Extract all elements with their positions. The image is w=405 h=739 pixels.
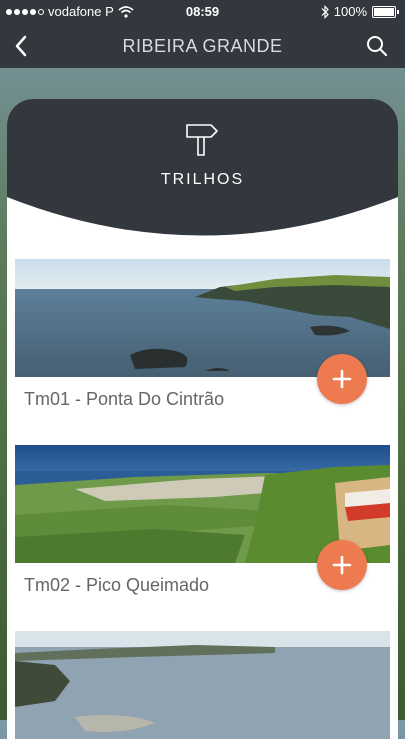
page-title: RIBEIRA GRANDE — [122, 36, 283, 56]
trail-photo — [15, 631, 390, 739]
add-button[interactable] — [317, 540, 367, 590]
plus-icon — [332, 555, 352, 575]
nav-bar: RIBEIRA GRANDE — [0, 24, 405, 68]
trail-item[interactable]: Tm02 - Pico Queimado — [15, 445, 390, 596]
bluetooth-icon — [321, 4, 329, 19]
status-right: 100% — [321, 4, 399, 19]
status-bar: vodafone P 08:59 100% — [0, 0, 405, 24]
trails-card: TRILHOS Tm01 - Ponta Do Cintrão Tm02 - P… — [7, 99, 398, 739]
plus-icon — [332, 369, 352, 389]
battery-icon — [372, 5, 396, 18]
trail-item[interactable] — [15, 631, 390, 739]
signpost-icon — [186, 124, 218, 156]
trail-item[interactable]: Tm01 - Ponta Do Cintrão — [15, 259, 390, 410]
header-curve — [7, 99, 398, 236]
section-header: TRILHOS — [7, 99, 398, 239]
add-button[interactable] — [317, 354, 367, 404]
battery-percent: 100% — [333, 4, 367, 19]
search-icon[interactable] — [363, 32, 391, 60]
section-title: TRILHOS — [160, 171, 245, 188]
